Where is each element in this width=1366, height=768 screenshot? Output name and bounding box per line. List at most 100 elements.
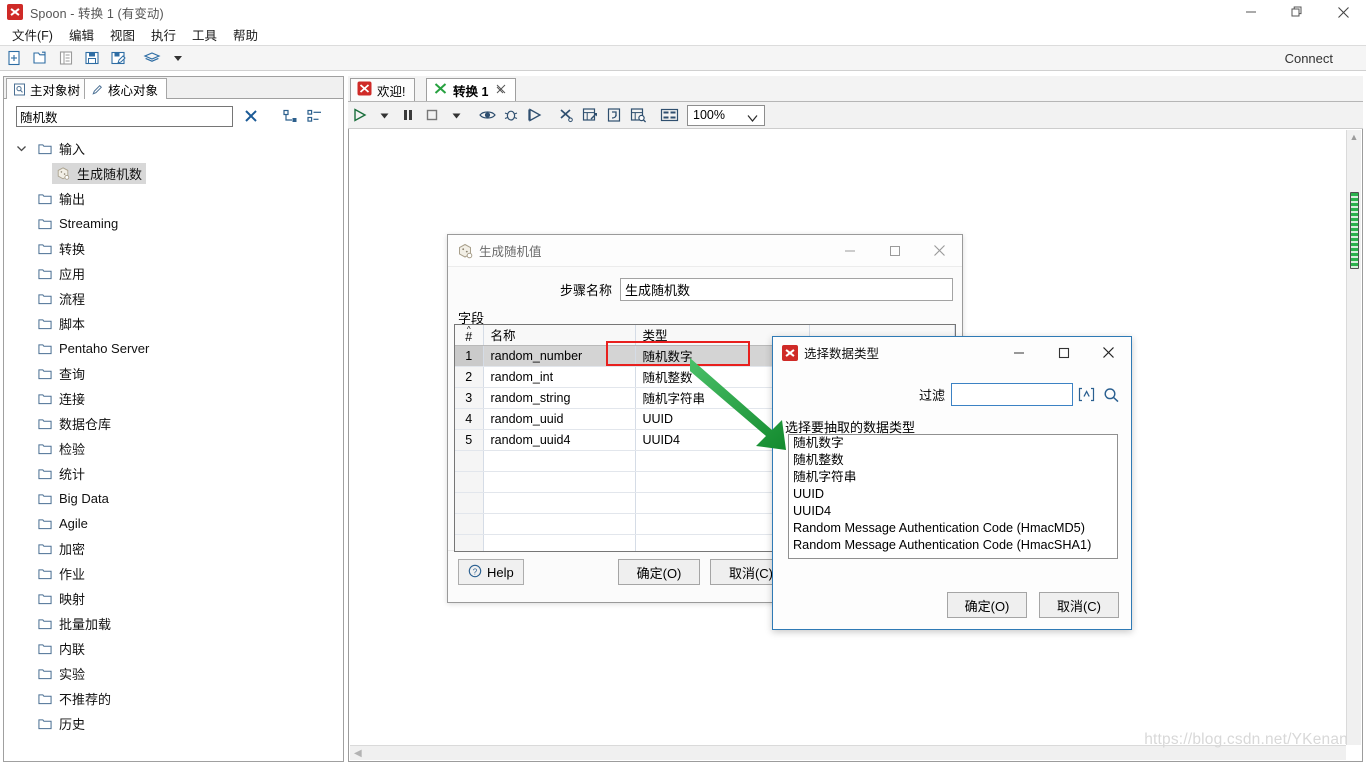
tree-item-12[interactable]: 检验 (4, 436, 343, 461)
stop-dropdown-icon[interactable] (444, 102, 468, 128)
datatype-dialog-ok-button[interactable]: 确定(O) (947, 592, 1027, 618)
pause-icon[interactable] (396, 102, 420, 128)
maximize-icon[interactable] (1041, 338, 1086, 368)
cell-name[interactable] (483, 471, 636, 493)
tree-item-1[interactable]: 生成随机数 (4, 161, 343, 186)
cell-index[interactable] (455, 450, 484, 472)
minimize-icon[interactable] (996, 338, 1041, 368)
menu-help[interactable]: 帮助 (225, 25, 266, 44)
chevron-down-icon[interactable] (14, 142, 28, 156)
run-icon[interactable] (348, 102, 372, 128)
save-icon[interactable] (80, 46, 104, 70)
tab-core-objects[interactable]: 核心对象 (84, 78, 168, 99)
tree-filter-input[interactable] (16, 105, 233, 127)
datatype-dialog-cancel-button[interactable]: 取消(C) (1039, 592, 1119, 618)
tree-item-10[interactable]: 连接 (4, 386, 343, 411)
vertical-scroll-thumb[interactable] (1350, 192, 1359, 269)
cell-name[interactable] (483, 513, 636, 535)
menu-run[interactable]: 执行 (143, 25, 184, 44)
expand-all-icon[interactable] (302, 104, 326, 128)
tab-welcome[interactable]: 欢迎! (350, 78, 416, 101)
datatype-option-1[interactable]: 随机整数 (789, 452, 1117, 469)
step-name-input[interactable] (620, 278, 953, 301)
tree-item-7[interactable]: 脚本 (4, 311, 343, 336)
core-objects-tree[interactable]: 输入 生成随机数 输出 Streaming 转换 应用 流程 脚本 Pentaho Server… (4, 133, 343, 761)
cell-index[interactable] (455, 492, 484, 514)
generate-sql-icon[interactable] (602, 102, 626, 128)
tree-item-2[interactable]: 输出 (4, 186, 343, 211)
tree-item-14[interactable]: Big Data (4, 486, 343, 511)
run-dropdown-icon[interactable] (372, 102, 396, 128)
cell-index[interactable]: 4 (455, 408, 484, 430)
cell-index[interactable]: 3 (455, 387, 484, 409)
cell-index[interactable] (455, 534, 484, 551)
chevron-up-icon[interactable]: ▲ (1347, 130, 1361, 144)
replay-icon[interactable] (523, 102, 547, 128)
datatype-option-0[interactable]: 随机数字 (789, 435, 1117, 452)
maximize-icon[interactable] (872, 235, 917, 266)
cell-name[interactable] (483, 492, 636, 514)
chevron-left-icon[interactable]: ◀ (354, 748, 362, 759)
close-icon[interactable] (1320, 0, 1366, 24)
tree-item-13[interactable]: 统计 (4, 461, 343, 486)
cell-name[interactable] (483, 450, 636, 472)
tree-item-23[interactable]: 历史 (4, 711, 343, 736)
clear-filter-icon[interactable] (238, 103, 264, 129)
tree-item-21[interactable]: 实验 (4, 661, 343, 686)
cell-index[interactable]: 1 (455, 345, 484, 367)
cell-index[interactable]: 5 (455, 429, 484, 451)
explore-db-icon[interactable] (626, 102, 650, 128)
cell-name[interactable]: random_uuid (483, 408, 636, 430)
tab-transformation-1[interactable]: 转换 1 (426, 78, 517, 101)
cell-name[interactable] (483, 534, 636, 551)
tree-item-16[interactable]: 加密 (4, 536, 343, 561)
menu-file[interactable]: 文件(F) (4, 25, 61, 44)
collapse-all-icon[interactable] (278, 104, 302, 128)
tree-item-22[interactable]: 不推荐的 (4, 686, 343, 711)
column-header-index[interactable]: ^ # (455, 325, 484, 346)
filter-input[interactable] (951, 383, 1073, 406)
cell-name[interactable]: random_string (483, 387, 636, 409)
cell-name[interactable]: random_number (483, 345, 636, 367)
cell-name[interactable]: random_uuid4 (483, 429, 636, 451)
chevron-down-icon[interactable] (166, 46, 190, 70)
close-icon[interactable] (496, 84, 506, 97)
tree-item-9[interactable]: 查询 (4, 361, 343, 386)
stop-icon[interactable] (420, 102, 444, 128)
menu-view[interactable]: 视图 (102, 25, 143, 44)
menu-tools[interactable]: 工具 (184, 25, 225, 44)
tree-item-6[interactable]: 流程 (4, 286, 343, 311)
tree-item-8[interactable]: Pentaho Server (4, 336, 343, 361)
tree-item-20[interactable]: 内联 (4, 636, 343, 661)
preview-icon[interactable] (475, 102, 499, 128)
canvas-vertical-scrollbar[interactable]: ▲ (1346, 130, 1361, 745)
datatype-option-5[interactable]: Random Message Authentication Code (Hmac… (789, 520, 1117, 537)
connect-button[interactable]: Connect (1285, 51, 1333, 66)
random-dialog-ok-button[interactable]: 确定(O) (618, 559, 700, 585)
column-header-name[interactable]: 名称 (483, 325, 636, 346)
tree-item-19[interactable]: 批量加载 (4, 611, 343, 636)
transformation-settings-icon[interactable] (554, 102, 578, 128)
minimize-icon[interactable] (827, 235, 872, 266)
help-button[interactable]: ? Help (458, 559, 524, 585)
save-as-icon[interactable] (106, 46, 130, 70)
datatype-option-6[interactable]: Random Message Authentication Code (Hmac… (789, 537, 1117, 554)
datatype-option-3[interactable]: UUID (789, 486, 1117, 503)
show-impact-icon[interactable] (578, 102, 602, 128)
tree-item-18[interactable]: 映射 (4, 586, 343, 611)
cell-index[interactable]: 2 (455, 366, 484, 388)
datatype-option-list[interactable]: 随机数字 随机整数 随机字符串 UUID UUID4 Random Message Aut… (788, 434, 1118, 559)
datatype-option-2[interactable]: 随机字符串 (789, 469, 1117, 486)
search-icon[interactable] (1100, 384, 1123, 406)
open-file-icon[interactable] (28, 46, 52, 70)
layers-icon[interactable] (140, 46, 164, 70)
debug-icon[interactable] (499, 102, 523, 128)
tree-item-11[interactable]: 数据仓库 (4, 411, 343, 436)
cell-name[interactable]: random_int (483, 366, 636, 388)
tree-item-15[interactable]: Agile (4, 511, 343, 536)
grid-align-icon[interactable] (657, 102, 681, 128)
menu-edit[interactable]: 编辑 (61, 25, 102, 44)
regex-icon[interactable] (1075, 384, 1098, 406)
minimize-icon[interactable] (1228, 0, 1274, 24)
new-file-icon[interactable] (2, 46, 26, 70)
